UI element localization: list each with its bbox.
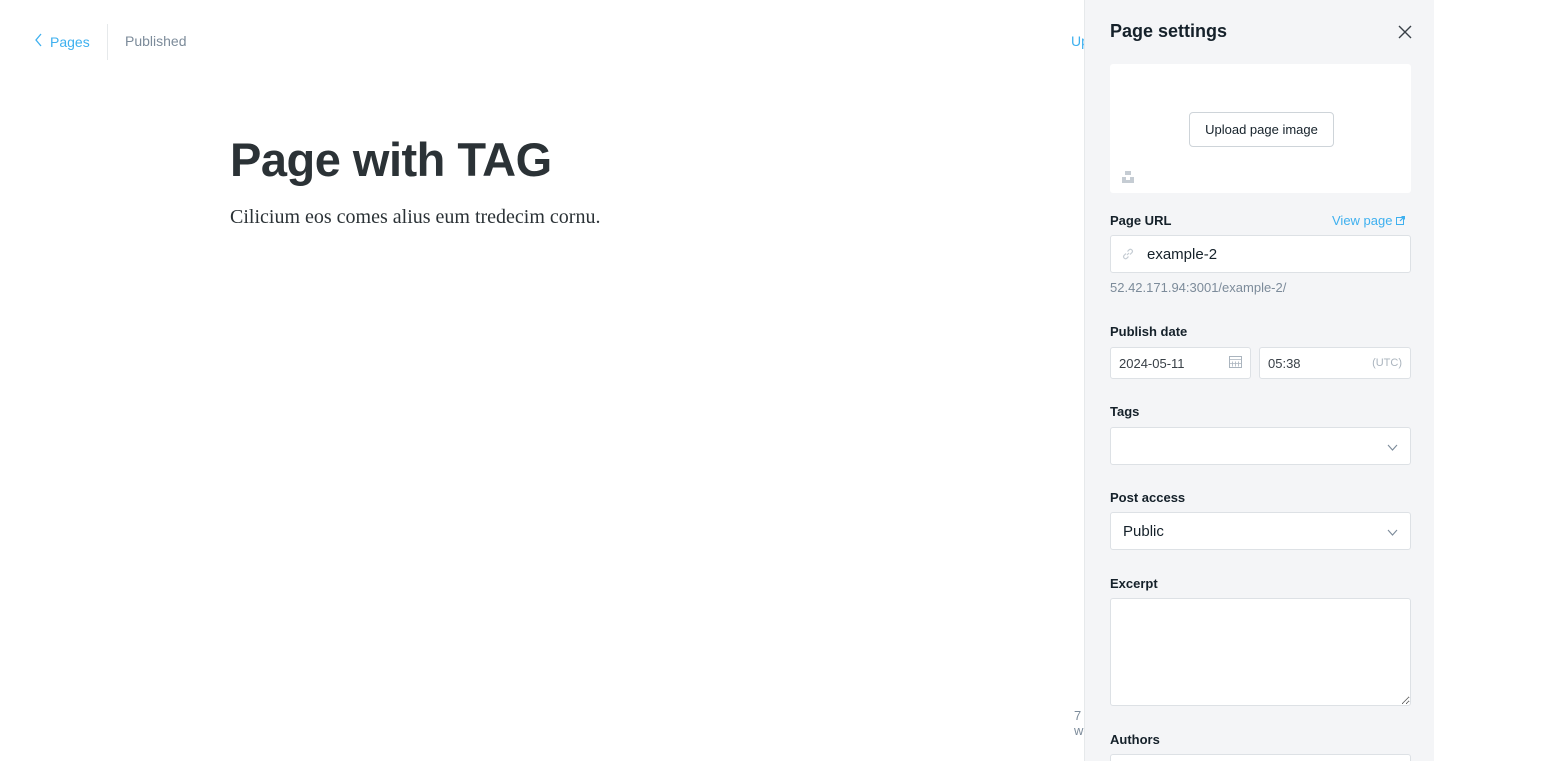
editor-content[interactable]: Cilicium eos comes alius eum tredecim co… (230, 206, 600, 229)
panel-title: Page settings (1110, 21, 1228, 41)
editor-header: Pages Published Update (0, 0, 1085, 84)
timezone-label: (UTC) (1372, 357, 1402, 369)
view-page-link[interactable]: View page (1332, 213, 1406, 228)
post-access-value: Public (1123, 522, 1164, 540)
tags-label: Tags (1110, 404, 1140, 419)
excerpt-label: Excerpt (1110, 576, 1158, 591)
publish-time-value: 05:38 (1268, 355, 1301, 371)
page-title[interactable]: Page with TAG (230, 132, 552, 187)
page-settings-panel: Page settings Upload page image Page URL… (1084, 0, 1434, 761)
back-to-pages-link[interactable]: Pages (34, 33, 90, 50)
page-url-input[interactable] (1147, 245, 1397, 263)
post-access-label: Post access (1110, 490, 1186, 505)
authors-select[interactable] (1110, 754, 1411, 761)
tags-select[interactable] (1110, 427, 1411, 465)
publish-date-label: Publish date (1110, 324, 1188, 339)
link-icon (1121, 247, 1135, 261)
url-preview: 52.42.171.94:3001/example-2/ (1110, 280, 1287, 295)
close-icon (1395, 25, 1415, 46)
view-page-label: View page (1332, 213, 1393, 228)
update-button[interactable]: Update (1071, 33, 1085, 49)
publish-date-value: 2024-05-11 (1119, 355, 1185, 371)
close-settings-button[interactable] (1395, 22, 1415, 42)
chevron-down-icon (1387, 438, 1398, 455)
calendar-icon (1229, 355, 1242, 371)
back-link-label: Pages (50, 33, 90, 50)
excerpt-textarea[interactable] (1110, 598, 1411, 706)
header-divider (107, 24, 108, 60)
chevron-left-icon (34, 33, 44, 50)
chevron-down-icon (1387, 523, 1398, 540)
authors-label: Authors (1110, 732, 1160, 747)
publish-date-input[interactable]: 2024-05-11 (1110, 347, 1251, 379)
page-image-dropzone[interactable]: Upload page image (1110, 64, 1411, 193)
page-url-label: Page URL (1110, 213, 1172, 228)
word-count: 7 words (1074, 708, 1084, 738)
page-url-field[interactable] (1110, 235, 1411, 273)
post-status: Published (125, 33, 187, 49)
unsplash-icon[interactable] (1121, 170, 1135, 184)
post-access-select[interactable]: Public (1110, 512, 1411, 550)
external-link-icon (1396, 213, 1406, 228)
publish-time-input[interactable]: 05:38 (UTC) (1259, 347, 1411, 379)
upload-page-image-button[interactable]: Upload page image (1189, 112, 1334, 147)
